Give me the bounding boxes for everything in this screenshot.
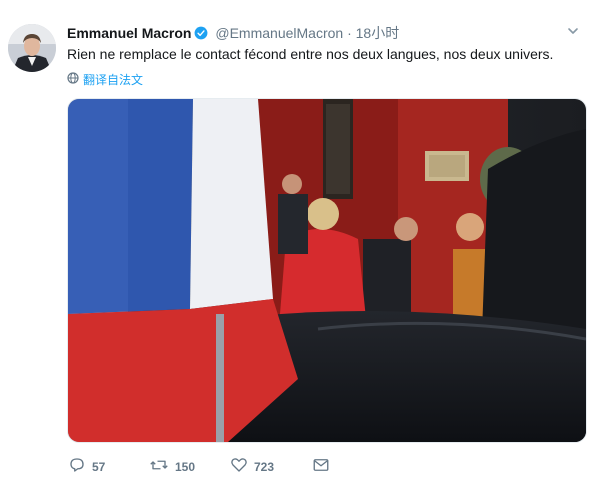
author-handle[interactable]: @EmmanuelMacron [215,25,343,41]
timestamp[interactable]: 18小时 [356,25,400,41]
like-count: 723 [254,459,275,474]
retweet-icon [149,456,169,477]
retweet-count: 150 [175,459,196,474]
separator-dot: · [347,25,352,41]
like-button[interactable]: 723 [230,456,312,477]
tweet-photo[interactable] [67,98,587,443]
reply-button[interactable]: 57 [68,456,149,477]
retweet-button[interactable]: 150 [149,456,230,477]
tweet-header: Emmanuel Macron @EmmanuelMacron · 18小时 [67,23,399,43]
globe-icon [67,72,79,87]
author-name[interactable]: Emmanuel Macron [67,25,191,41]
verified-badge-icon [194,26,208,43]
envelope-icon [312,456,330,477]
tweet-actions: 57 150 723 [68,456,330,477]
translate-link[interactable]: 翻译自法文 [67,71,143,88]
reply-count: 57 [92,459,106,474]
avatar-image [8,24,56,72]
tweet-text: Rien ne remplace le contact fécond entre… [67,46,554,62]
avatar[interactable] [8,24,56,72]
heart-icon [230,456,248,477]
chevron-down-icon[interactable] [566,24,580,43]
message-button[interactable] [312,456,330,477]
translate-label: 翻译自法文 [83,73,144,87]
photo-image [68,99,586,442]
reply-icon [68,456,86,477]
